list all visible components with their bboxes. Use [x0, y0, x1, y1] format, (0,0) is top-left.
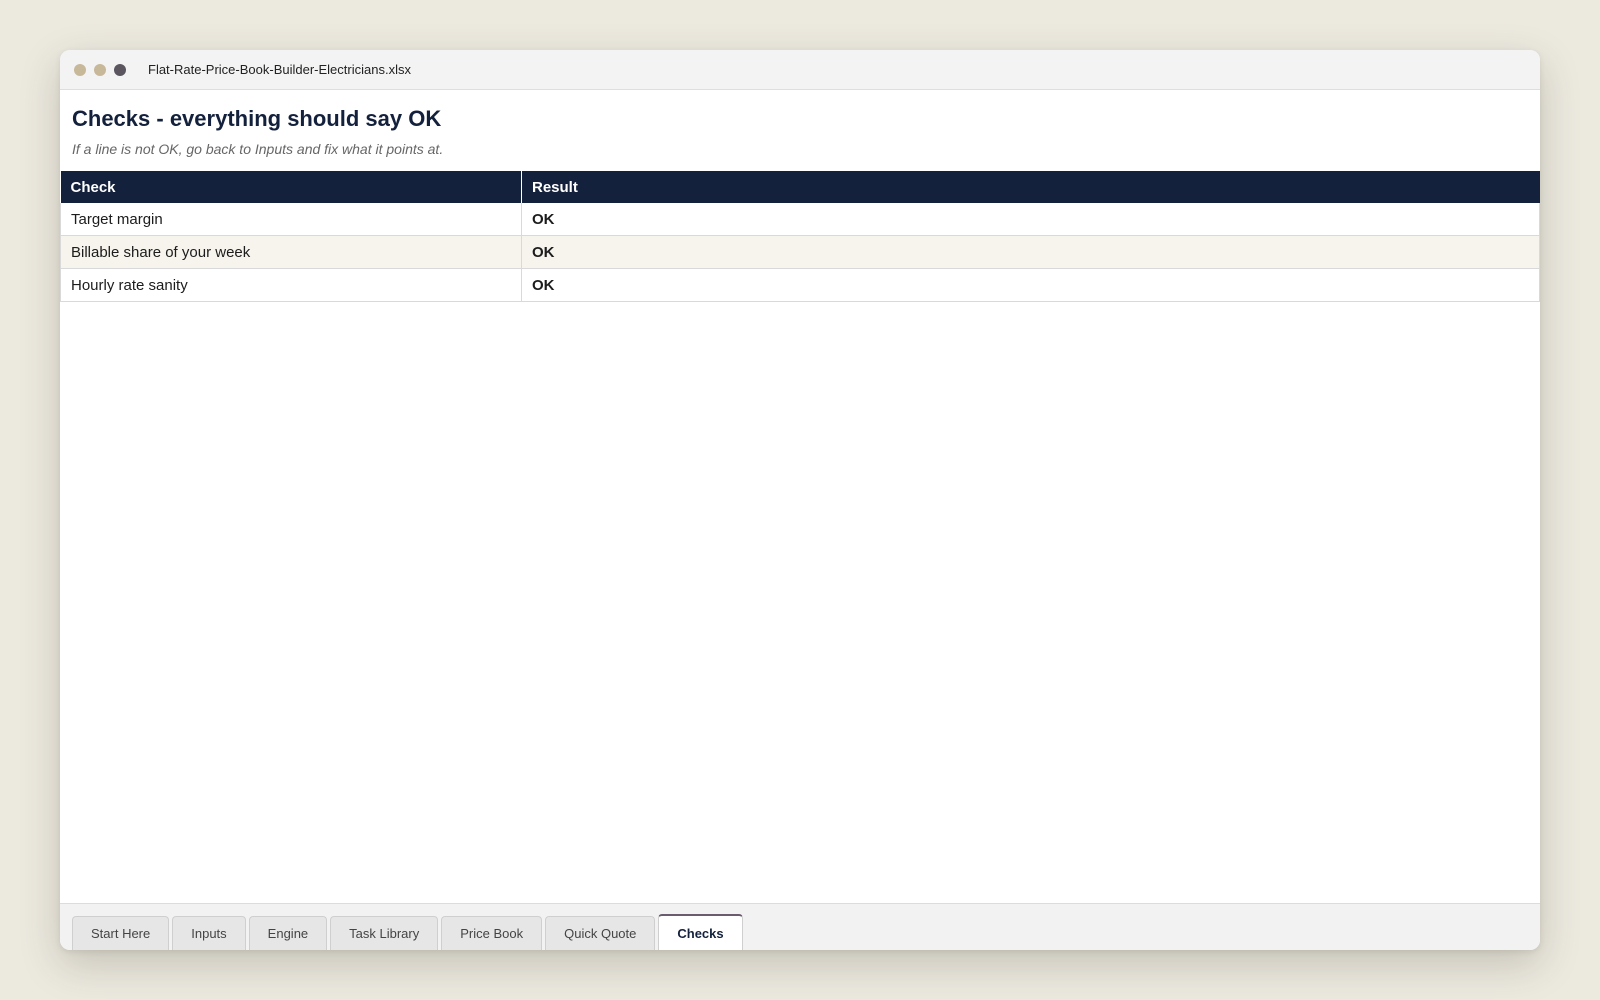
table-header-row: Check Result: [60, 171, 1540, 203]
spreadsheet-window: Flat-Rate-Price-Book-Builder-Electrician…: [60, 50, 1540, 950]
column-header-check[interactable]: Check: [60, 171, 522, 203]
tab-checks[interactable]: Checks: [658, 914, 743, 950]
maximize-window-button[interactable]: [114, 64, 126, 76]
tab-quick-quote[interactable]: Quick Quote: [545, 916, 656, 950]
minimize-window-button[interactable]: [94, 64, 106, 76]
table-row: Hourly rate sanity OK: [60, 268, 1540, 302]
tab-inputs[interactable]: Inputs: [172, 916, 246, 950]
table-row: Billable share of your week OK: [60, 235, 1540, 269]
title-bar: Flat-Rate-Price-Book-Builder-Electrician…: [60, 50, 1540, 90]
result-cell[interactable]: OK: [521, 268, 1540, 302]
sheet-title: Checks - everything should say OK: [72, 106, 442, 131]
sheet-tab-bar: Start Here Inputs Engine Task Library Pr…: [60, 903, 1540, 950]
check-cell[interactable]: Target margin: [60, 203, 522, 236]
result-cell[interactable]: OK: [521, 203, 1540, 236]
file-name: Flat-Rate-Price-Book-Builder-Electrician…: [148, 62, 411, 77]
check-cell[interactable]: Hourly rate sanity: [60, 268, 522, 302]
column-header-result[interactable]: Result: [521, 171, 1540, 203]
sheet-subtitle: If a line is not OK, go back to Inputs a…: [72, 141, 444, 157]
tab-engine[interactable]: Engine: [248, 916, 328, 950]
check-cell[interactable]: Billable share of your week: [60, 235, 522, 269]
result-cell[interactable]: OK: [521, 235, 1540, 269]
tab-task-library[interactable]: Task Library: [330, 916, 439, 950]
close-window-button[interactable]: [74, 64, 86, 76]
checks-table: Check Result Target margin OK Billable s…: [60, 171, 1540, 302]
table-row: Target margin OK: [60, 203, 1540, 236]
tab-price-book[interactable]: Price Book: [441, 916, 543, 950]
tab-start-here[interactable]: Start Here: [72, 916, 170, 950]
